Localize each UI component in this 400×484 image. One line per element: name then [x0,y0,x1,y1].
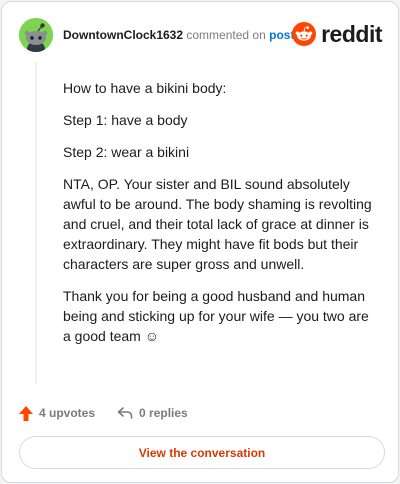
upvote-count: 4 upvotes [39,406,96,420]
comment-header: DowntownClock1632 commented on post redd… [19,18,382,52]
username-link[interactable]: DowntownClock1632 [63,28,183,42]
byline: DowntownClock1632 commented on post [63,27,294,43]
comment-paragraph: How to have a bikini body: [63,80,227,96]
comment-paragraph: Step 2: wear a bikini [63,144,190,160]
upvote-button[interactable]: 4 upvotes [19,405,96,421]
commented-on-text: commented on [186,28,266,42]
reddit-brand[interactable]: reddit [292,20,382,48]
comment-paragraph: Thank you for being a good husband and h… [63,288,369,344]
reply-arrow-icon [117,407,133,419]
reply-button[interactable]: 0 replies [117,406,188,420]
snoo-avatar-icon [19,18,53,52]
reddit-wordmark: reddit [321,21,382,47]
comment-body: How to have a bikini body: Step 1: have … [63,78,379,358]
reply-count: 0 replies [139,406,188,420]
reddit-logo-icon [292,22,317,46]
comment-paragraph: Step 1: have a body [63,112,188,128]
view-conversation-button[interactable]: View the conversation [19,436,385,469]
upvote-arrow-icon [19,405,33,421]
comment-embed-card: DowntownClock1632 commented on post redd… [1,1,399,483]
avatar[interactable] [19,18,53,52]
comment-actions: 4 upvotes 0 replies [19,403,210,423]
thread-line [35,62,37,384]
comment-paragraph: NTA, OP. Your sister and BIL sound absol… [63,176,372,272]
post-link[interactable]: post [269,28,294,42]
